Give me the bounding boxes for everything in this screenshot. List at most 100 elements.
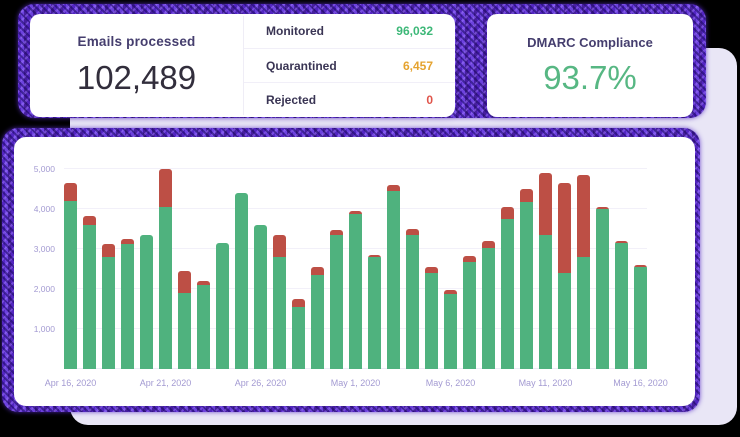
email-volume-chart-card: 1,000 2,000 3,000 4,000 5,000 Apr 16, 2020 Apr… [14,137,695,406]
bar-segment-quarantined [83,216,96,225]
monitored-value: 96,032 [396,24,433,38]
y-axis-tick-label: 3,000 [34,244,55,254]
bar-segment-monitored [387,191,400,369]
bar-segment-monitored [83,225,96,369]
y-axis-tick-label: 1,000 [34,324,55,334]
bar-segment-monitored [178,293,191,369]
stacked-bar [216,243,229,369]
stacked-bar [520,189,533,369]
rejected-label: Rejected [266,93,316,107]
glitch-border-chart: 1,000 2,000 3,000 4,000 5,000 Apr 16, 2020 Apr… [2,128,700,412]
bar-segment-quarantined [159,169,172,207]
stacked-bar [634,265,647,369]
bar-segment-quarantined [311,267,324,275]
emails-processed-panel: Emails processed 102,489 [30,14,243,117]
stacked-bar [140,235,153,369]
bar-segment-monitored [406,235,419,369]
bar-segment-monitored [140,235,153,369]
bar-segment-monitored [216,243,229,369]
quarantined-row: Quarantined 6,457 [244,48,455,83]
bar-segment-monitored [463,262,476,369]
bar-segment-monitored [539,235,552,369]
x-axis-tick-label: Apr 16, 2020 [45,378,97,388]
bar-segment-quarantined [482,241,495,248]
y-axis-tick-label: 5,000 [34,164,55,174]
stacked-bar [64,183,77,369]
bar-segment-quarantined [539,173,552,235]
bar-segment-monitored [596,209,609,369]
stacked-bar [83,216,96,369]
stacked-bar [501,207,514,369]
dashboard: Emails processed 102,489 Monitored 96,03… [0,0,740,437]
x-axis-tick-label: May 11, 2020 [519,378,573,388]
x-axis-tick-label: May 6, 2020 [426,378,476,388]
bar-segment-monitored [577,257,590,369]
stacked-bar [273,235,286,369]
stacked-bar [292,299,305,369]
stacked-bar [406,229,419,369]
stacked-bar [425,267,438,369]
bar-segment-monitored [197,285,210,369]
stacked-bar [235,193,248,369]
bar-segment-quarantined [178,271,191,293]
y-axis-tick-label: 2,000 [34,284,55,294]
bar-segment-monitored [159,207,172,369]
email-stats-card: Emails processed 102,489 Monitored 96,03… [30,14,455,117]
bar-segment-monitored [501,219,514,369]
bar-segment-monitored [292,307,305,369]
monitored-label: Monitored [266,24,324,38]
quarantined-label: Quarantined [266,59,337,73]
rejected-value: 0 [426,93,433,107]
stacked-bar [121,239,134,369]
bar-segment-monitored [615,243,628,369]
bar-segment-monitored [64,201,77,369]
dmarc-compliance-card: DMARC Compliance 93.7% [487,14,693,117]
x-axis-tick-label: Apr 21, 2020 [140,378,192,388]
stacked-bar [463,256,476,369]
chart-plot: 1,0002,0003,0004,0005,000Apr 16, 2020Apr… [64,159,647,369]
stacked-bar [577,175,590,369]
bar-segment-monitored [235,193,248,369]
bar-segment-monitored [254,225,267,369]
bar-segment-monitored [311,275,324,369]
bar-segment-monitored [520,202,533,369]
stacked-bar [178,271,191,369]
stacked-bar [615,241,628,369]
stacked-bar [102,244,115,369]
dmarc-compliance-label: DMARC Compliance [527,35,653,50]
emails-processed-value: 102,489 [77,59,196,97]
dmarc-compliance-value: 93.7% [543,59,637,97]
stacked-bar [311,267,324,369]
x-axis-tick-label: May 1, 2020 [331,378,381,388]
stacked-bar [197,281,210,369]
stacked-bar [482,241,495,369]
stacked-bar [596,207,609,369]
bar-segment-monitored [634,267,647,369]
bar-segment-quarantined [501,207,514,219]
bar-segment-quarantined [292,299,305,307]
stacked-bar [387,185,400,369]
y-axis-tick-label: 4,000 [34,204,55,214]
quarantined-value: 6,457 [403,59,433,73]
glitch-border-top: Emails processed 102,489 Monitored 96,03… [18,4,706,118]
bar-segment-monitored [558,273,571,369]
x-axis-tick-label: Apr 26, 2020 [235,378,287,388]
stacked-bar [330,230,343,369]
stacked-bar [444,290,457,369]
bar-segment-quarantined [520,189,533,202]
monitored-row: Monitored 96,032 [244,14,455,48]
stacked-bar [254,225,267,369]
stacked-bar [368,255,381,369]
rejected-row: Rejected 0 [244,82,455,117]
x-axis-tick-label: May 16, 2020 [613,378,668,388]
stacked-bar [539,173,552,369]
bar-segment-monitored [349,214,362,369]
stacked-bar [558,183,571,369]
bar-segment-monitored [482,248,495,369]
bar-segment-monitored [330,235,343,369]
gridline [64,168,647,169]
stacked-bar [349,211,362,369]
bar-segment-monitored [273,257,286,369]
bar-segment-monitored [444,294,457,369]
emails-processed-label: Emails processed [77,34,195,49]
